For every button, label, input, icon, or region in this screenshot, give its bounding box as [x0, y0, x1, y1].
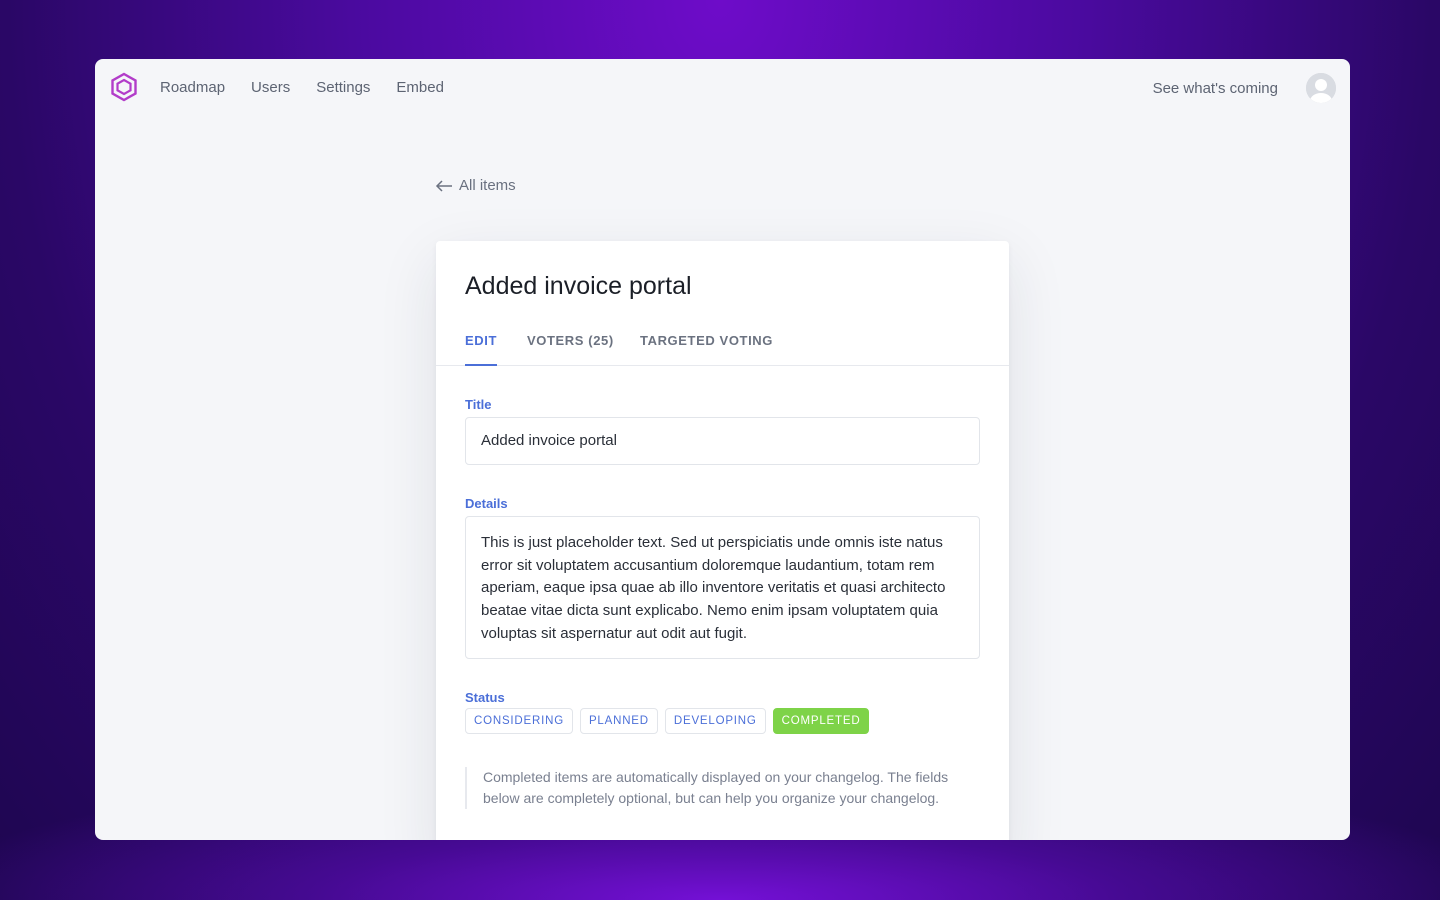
nav-item-roadmap[interactable]: Roadmap — [160, 79, 225, 97]
main-nav: Roadmap Users Settings Embed — [160, 79, 444, 97]
user-avatar-icon[interactable] — [1306, 73, 1336, 103]
status-options: CONSIDERING PLANNED DEVELOPING COMPLETED — [465, 708, 870, 734]
back-link-label: All items — [459, 177, 516, 194]
item-edit-card: Added invoice portal EDIT VOTERS (25) TA… — [436, 241, 1009, 840]
tab-edit[interactable]: EDIT — [465, 333, 498, 366]
changelog-info-note: Completed items are automatically displa… — [465, 767, 973, 809]
item-tabs: EDIT VOTERS (25) TARGETED VOTING — [436, 333, 1009, 366]
tab-voters[interactable]: VOTERS (25) — [527, 333, 614, 364]
nav-item-users[interactable]: Users — [251, 79, 290, 97]
hexagon-logo-icon[interactable] — [110, 72, 138, 102]
status-considering-button[interactable]: CONSIDERING — [465, 708, 573, 734]
details-textarea[interactable]: This is just placeholder text. Sed ut pe… — [465, 516, 980, 659]
status-completed-button[interactable]: COMPLETED — [772, 708, 870, 734]
nav-item-settings[interactable]: Settings — [316, 79, 370, 97]
arrow-left-icon — [435, 179, 453, 192]
status-developing-button[interactable]: DEVELOPING — [664, 708, 766, 734]
back-to-all-items-link[interactable]: All items — [435, 177, 516, 194]
app-window: Roadmap Users Settings Embed See what's … — [95, 59, 1350, 840]
details-field-label: Details — [465, 496, 508, 511]
status-field-label: Status — [465, 690, 505, 705]
item-title-heading: Added invoice portal — [465, 272, 692, 300]
tab-targeted-voting[interactable]: TARGETED VOTING — [640, 333, 773, 364]
see-whats-coming-link[interactable]: See what's coming — [1153, 80, 1278, 98]
title-field-label: Title — [465, 397, 492, 412]
title-input[interactable]: Added invoice portal — [465, 417, 980, 465]
top-navigation-bar: Roadmap Users Settings Embed See what's … — [95, 59, 1350, 117]
status-planned-button[interactable]: PLANNED — [579, 708, 658, 734]
nav-item-embed[interactable]: Embed — [396, 79, 444, 97]
